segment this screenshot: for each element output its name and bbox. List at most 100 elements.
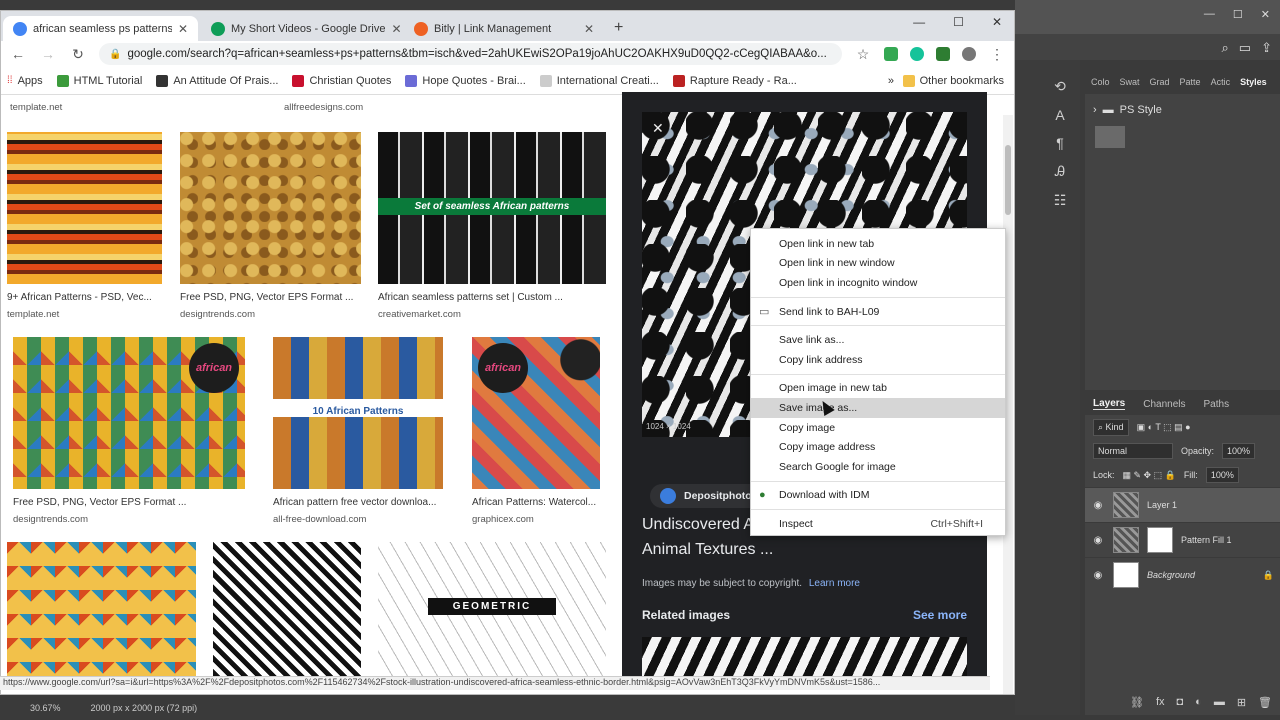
result-source[interactable]: allfreedesigns.com (284, 102, 363, 113)
bookmark-international[interactable]: International Creati... (539, 74, 659, 87)
avatar[interactable] (962, 47, 976, 61)
bookmark-rapture-ready[interactable]: Rapture Ready - Ra... (672, 74, 797, 87)
menu-inspect[interactable]: Inspect Ctrl+Shift+I (751, 514, 1005, 534)
result-card[interactable]: african African Patterns: Watercol... gr… (472, 337, 600, 525)
new-tab-button[interactable]: + (614, 19, 623, 37)
close-icon[interactable]: ✕ (178, 22, 188, 36)
ps-workspace-icon[interactable]: ▭ (1239, 40, 1251, 55)
result-image[interactable]: african (13, 337, 245, 489)
trash-icon[interactable]: 🗑 (1258, 696, 1272, 709)
address-bar[interactable]: 🔒 google.com/search?q=african+seamless+p… (99, 43, 842, 65)
close-window-icon[interactable]: ✕ (992, 15, 1002, 29)
extension-check-icon[interactable] (884, 47, 898, 61)
result-image[interactable]: Set of seamless African patterns (378, 132, 606, 284)
bookmark-html-tutorial[interactable]: HTML Tutorial (56, 74, 142, 87)
menu-search-google-image[interactable]: Search Google for image (751, 457, 1005, 477)
other-bookmarks[interactable]: Other bookmarks (902, 74, 1004, 87)
ps-fill-value[interactable]: 100% (1205, 467, 1239, 483)
bookmark-apps[interactable]: ⁞⁞ Apps (7, 75, 43, 87)
ps-zoom-level[interactable]: 30.67% (30, 703, 61, 713)
bookmark-attitude[interactable]: An Attitude Of Prais... (156, 74, 278, 87)
eye-icon[interactable]: ◉ (1091, 570, 1105, 581)
menu-save-image-as[interactable]: Save image as... (751, 398, 1005, 418)
ps-share-icon[interactable]: ⇪ (1261, 40, 1272, 55)
ps-tab-swatches[interactable]: Swat (1120, 77, 1140, 87)
menu-open-new-window[interactable]: Open link in new window (751, 254, 1005, 274)
ps-opacity-value[interactable]: 100% (1222, 443, 1256, 459)
minimize-icon[interactable]: — (913, 15, 925, 29)
menu-kebab-icon[interactable]: ⋮ (988, 46, 1006, 63)
result-source[interactable]: template.net (10, 102, 62, 113)
ps-glyphs-icon[interactable]: Ꭿ (1055, 163, 1065, 180)
fx-icon[interactable]: fx (1156, 696, 1165, 709)
result-card[interactable]: 10 African Patterns African pattern free… (273, 337, 443, 525)
result-title[interactable]: Free PSD, PNG, Vector EPS Format ... (180, 292, 361, 303)
star-icon[interactable]: ☆ (854, 46, 872, 63)
back-arrow-icon[interactable]: ← (9, 46, 27, 62)
result-card[interactable]: Free PSD, PNG, Vector EPS Format ... des… (180, 132, 361, 320)
menu-copy-link-address[interactable]: Copy link address (751, 350, 1005, 370)
ps-maximize-icon[interactable]: ☐ (1233, 8, 1243, 21)
result-card[interactable] (7, 542, 196, 676)
ps-tab-patterns[interactable]: Patte (1180, 77, 1201, 87)
ps-style-folder[interactable]: › ▬ PS Style (1085, 94, 1280, 126)
bookmark-hope-quotes[interactable]: Hope Quotes - Brai... (405, 74, 526, 87)
ps-tab-color[interactable]: Colo (1091, 77, 1110, 87)
folder-icon[interactable]: ▬ (1214, 696, 1225, 709)
adjustment-icon[interactable]: ◐ (1195, 696, 1202, 709)
ps-tab-channels[interactable]: Channels (1143, 399, 1185, 410)
ps-tab-layers[interactable]: Layers (1093, 398, 1126, 410)
extension-idm-icon[interactable] (936, 47, 950, 61)
result-title[interactable]: Free PSD, PNG, Vector EPS Format ... (13, 497, 245, 508)
maximize-icon[interactable]: ☐ (953, 15, 964, 29)
eye-icon[interactable]: ◉ (1091, 500, 1105, 511)
ps-close-icon[interactable]: ✕ (1261, 8, 1270, 21)
link-icon[interactable]: ⛓ (1130, 696, 1144, 709)
result-image[interactable] (180, 132, 361, 284)
ps-history-icon[interactable]: ⟲ (1054, 78, 1066, 95)
ps-paragraph-icon[interactable]: ¶ (1056, 135, 1064, 151)
menu-open-new-tab[interactable]: Open link in new tab (751, 234, 1005, 254)
extension-grammarly-icon[interactable] (910, 47, 924, 61)
result-card[interactable]: 9+ African Patterns - PSD, Vec... templa… (7, 132, 162, 320)
ps-kind-filter[interactable]: ⌕ Kind (1093, 418, 1129, 436)
menu-save-link-as[interactable]: Save link as... (751, 330, 1005, 350)
ps-layer-row[interactable]: ◉ Layer 1 (1085, 487, 1280, 522)
tab-google-images[interactable]: african seamless ps patterns - Go ✕ (3, 16, 198, 41)
close-icon[interactable]: ✕ (584, 22, 594, 36)
menu-copy-image-address[interactable]: Copy image address (751, 437, 1005, 457)
result-card[interactable] (213, 542, 361, 676)
result-image[interactable] (7, 542, 196, 676)
close-icon[interactable]: ✕ (652, 120, 664, 137)
tab-google-drive[interactable]: My Short Videos - Google Drive ✕ (201, 16, 402, 41)
ps-character-icon[interactable]: A (1055, 107, 1064, 123)
reload-icon[interactable]: ↻ (69, 46, 87, 63)
menu-open-incognito[interactable]: Open link in incognito window (751, 273, 1005, 293)
result-image[interactable]: 10 African Patterns (273, 337, 443, 489)
learn-more-link[interactable]: Learn more (809, 578, 860, 589)
mask-icon[interactable]: ◘ (1177, 696, 1184, 709)
eye-icon[interactable]: ◉ (1091, 535, 1105, 546)
bookmarks-more-icon[interactable]: » (888, 75, 894, 87)
result-card[interactable]: Set of seamless African patterns African… (378, 132, 606, 320)
menu-send-link[interactable]: ▭ Send link to BAH-L09 (751, 302, 1005, 322)
result-title[interactable]: African Patterns: Watercol... (472, 497, 600, 508)
ps-tab-actions[interactable]: Actic (1211, 77, 1231, 87)
ps-lock-icons[interactable]: ▦ ✎ ✥ ⬚ 🔒 (1123, 470, 1176, 481)
scrollbar-thumb[interactable] (1005, 145, 1011, 215)
result-card[interactable]: GEOMETRIC (378, 542, 606, 676)
result-image[interactable] (7, 132, 162, 284)
ps-minimize-icon[interactable]: — (1204, 8, 1215, 21)
new-layer-icon[interactable]: ⊞ (1237, 696, 1246, 709)
ps-tab-gradients[interactable]: Grad (1150, 77, 1170, 87)
result-title[interactable]: African seamless patterns set | Custom .… (378, 292, 606, 303)
menu-copy-image[interactable]: Copy image (751, 418, 1005, 438)
related-image[interactable] (642, 637, 967, 677)
result-card[interactable]: african Free PSD, PNG, Vector EPS Format… (13, 337, 245, 525)
ps-properties-icon[interactable]: ☷ (1054, 192, 1067, 209)
ps-layer-row[interactable]: ◉ Background 🔒 (1085, 557, 1280, 592)
ps-blend-mode[interactable]: Normal (1093, 443, 1173, 459)
result-title[interactable]: 9+ African Patterns - PSD, Vec... (7, 292, 162, 303)
see-more-link[interactable]: See more (913, 608, 967, 622)
menu-download-idm[interactable]: ● Download with IDM (751, 486, 1005, 506)
